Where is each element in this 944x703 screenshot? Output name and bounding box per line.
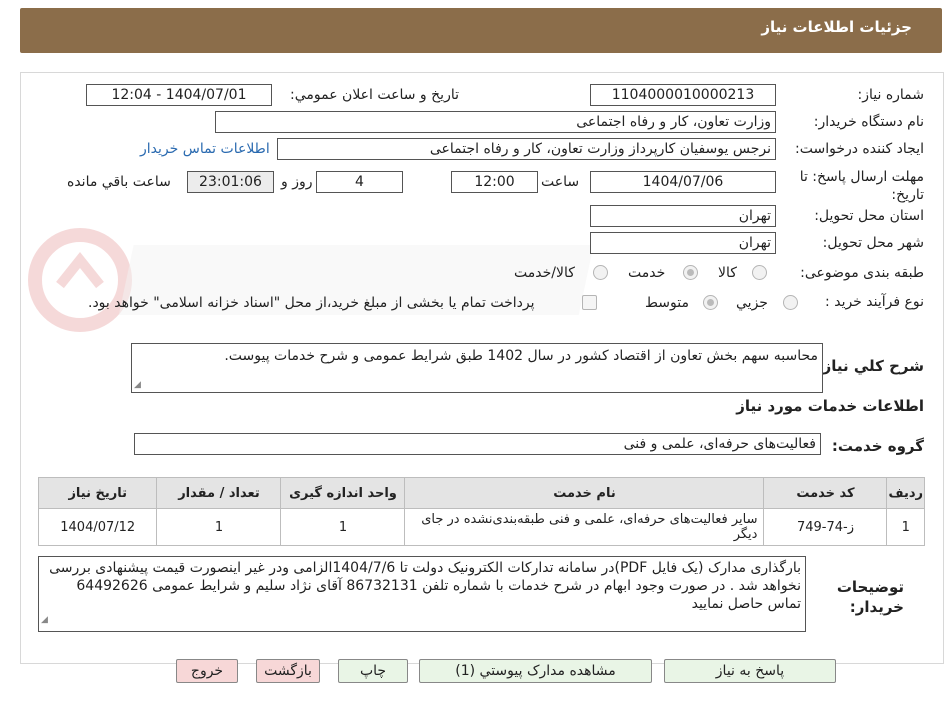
announce-field: 1404/07/01 - 12:04 (86, 84, 272, 106)
category-mixed-label: کالا/خدمت (514, 265, 575, 281)
page-header: جزئيات اطلاعات نياز (20, 8, 942, 53)
table-header-row: رديف کد خدمت نام خدمت واحد اندازه گيری ت… (37, 477, 925, 509)
resize-handle-icon[interactable]: ◢ (41, 611, 48, 629)
col-unit: واحد اندازه گيری (280, 477, 406, 509)
deadline-time-field: 12:00 (451, 171, 538, 193)
purchase-medium-label: متوسط (645, 295, 689, 311)
purchase-type-label: نوع فرآيند خريد : (825, 294, 924, 310)
requester-label: ايجاد کننده درخواست: (795, 141, 924, 157)
resize-handle-icon[interactable]: ◢ (134, 380, 141, 390)
print-button[interactable]: چاپ (338, 659, 408, 683)
cell-date: 1404/07/12 (37, 508, 158, 546)
col-row: رديف (886, 477, 925, 509)
description-text: محاسبه سهم بخش تعاون از اقتصاد کشور در س… (224, 348, 818, 364)
deadline-label: مهلت ارسال پاسخ: تا تاريخ: (799, 169, 924, 203)
requester-field: نرجس یوسفیان کارپرداز وزارت تعاون، کار و… (277, 138, 776, 160)
purchase-medium-radio[interactable] (703, 295, 718, 310)
days-label: روز و (281, 174, 313, 190)
category-mixed-radio[interactable] (593, 265, 608, 280)
service-group-field: فعالیت‌های حرفه‌ای، علمی و فنی (134, 433, 821, 455)
services-table: رديف کد خدمت نام خدمت واحد اندازه گيری ت… (37, 477, 925, 546)
category-goods-label: کالا (718, 265, 737, 281)
remaining-time-field: 23:01:06 (187, 171, 274, 193)
cell-code: ز-74-749 (763, 508, 888, 546)
cell-name: سایر فعالیت‌های حرفه‌ای، علمی و فنی طبقه… (404, 508, 765, 546)
category-service-radio[interactable] (683, 265, 698, 280)
col-quantity: تعداد / مقدار (156, 477, 282, 509)
remaining-label: ساعت باقي مانده (67, 174, 171, 190)
purchase-partial-label: جزيي (736, 295, 768, 311)
purchase-partial-radio[interactable] (783, 295, 798, 310)
buyer-notes-text: بارگذاری مدارک (یک فایل PDF)در سامانه تد… (49, 560, 801, 612)
description-label: شرح کلي نياز: (816, 357, 924, 375)
cell-unit: 1 (280, 508, 406, 546)
city-label: شهر محل تحويل: (822, 235, 924, 251)
category-label: طبقه بندی موضوعی: (800, 265, 924, 281)
exit-button[interactable]: خروج (176, 659, 238, 683)
days-field: 4 (316, 171, 403, 193)
buyer-notes-label: توضيحات خريدار: (836, 578, 904, 616)
page-title: جزئيات اطلاعات نياز (761, 18, 912, 36)
col-code: کد خدمت (763, 477, 888, 509)
buyer-contact-link[interactable]: اطلاعات تماس خريدار (140, 141, 270, 157)
services-section-title: اطلاعات خدمات مورد نياز (736, 397, 924, 415)
service-group-label: گروه خدمت: (831, 437, 924, 455)
announce-label: تاريخ و ساعت اعلان عمومي: (290, 87, 459, 103)
deadline-date-field: 1404/07/06 (590, 171, 776, 193)
reply-button[interactable]: پاسخ به نياز (664, 659, 836, 683)
col-name: نام خدمت (404, 477, 765, 509)
time-label: ساعت (541, 174, 580, 190)
province-field: تهران (590, 205, 776, 227)
category-goods-radio[interactable] (752, 265, 767, 280)
back-button[interactable]: بازگشت (256, 659, 320, 683)
treasury-checkbox[interactable] (582, 295, 597, 310)
view-documents-button[interactable]: مشاهده مدارک پيوستي (1) (419, 659, 652, 683)
table-row: 1 ز-74-749 سایر فعالیت‌های حرفه‌ای، علمی… (37, 508, 925, 546)
cell-row: 1 (886, 508, 925, 546)
buyer-org-field: وزارت تعاون، کار و رفاه اجتماعی (215, 111, 776, 133)
description-textarea[interactable]: محاسبه سهم بخش تعاون از اقتصاد کشور در س… (131, 343, 823, 393)
category-service-label: خدمت (628, 265, 666, 281)
col-date: تاريخ نياز (37, 477, 158, 509)
province-label: استان محل تحويل: (814, 208, 924, 224)
buyer-notes-textarea[interactable]: بارگذاری مدارک (یک فایل PDF)در سامانه تد… (38, 556, 806, 632)
need-number-field: 1104000010000213 (590, 84, 776, 106)
need-number-label: شماره نياز: (857, 87, 925, 103)
treasury-note: پرداخت تمام یا بخشی از مبلغ خرید،از محل … (88, 295, 535, 311)
buyer-org-label: نام دستگاه خريدار: (813, 114, 924, 130)
cell-quantity: 1 (156, 508, 282, 546)
city-field: تهران (590, 232, 776, 254)
